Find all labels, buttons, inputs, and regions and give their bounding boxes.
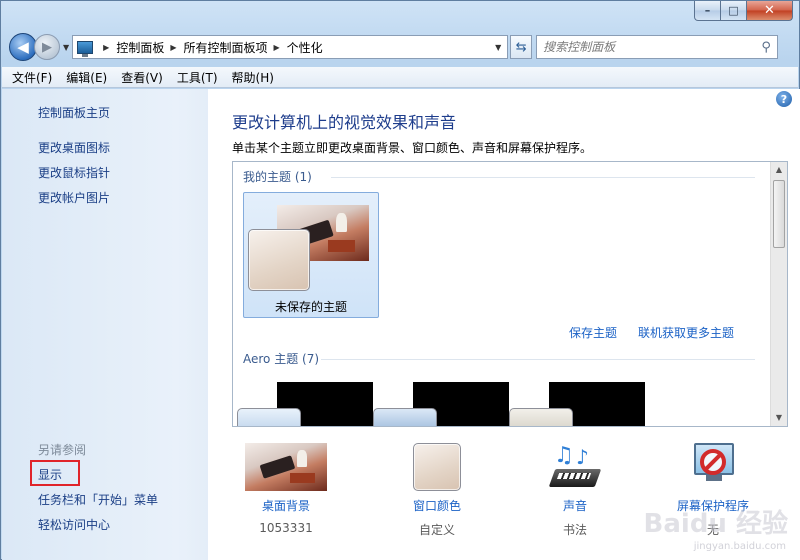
theme-list-scrollbar[interactable]: ▲ ▼ [770, 162, 787, 426]
address-dropdown-icon[interactable]: ▼ [489, 43, 507, 52]
refresh-icon: ⇆ [515, 39, 527, 55]
group-divider [321, 359, 755, 360]
get-more-themes-link[interactable]: 联机获取更多主题 [638, 324, 734, 341]
search-box[interactable]: ⚲ [536, 35, 779, 59]
task-pane: 控制面板主页 更改桌面图标 更改鼠标指针 更改帐户图片 另请参阅 显示 任务栏和… [2, 89, 208, 560]
refresh-button[interactable]: ⇆ [510, 35, 533, 59]
window-color-label[interactable]: 窗口颜色 [382, 497, 492, 514]
navigation-bar: ◀ ▶ ▼ ▶ 控制面板 ▶ 所有控制面板项 ▶ 个性化 ▼ ⇆ ⚲ [9, 31, 791, 63]
link-change-desktop-icons[interactable]: 更改桌面图标 [38, 139, 110, 156]
aero-theme-swatch [373, 408, 437, 426]
minimize-button[interactable]: – [694, 1, 721, 21]
page-description: 单击某个主题立即更改桌面背景、窗口颜色、声音和屏幕保护程序。 [232, 141, 593, 155]
link-change-mouse-pointers[interactable]: 更改鼠标指针 [38, 164, 110, 181]
page-title: 更改计算机上的视觉效果和声音 [232, 113, 457, 132]
maximize-button[interactable]: □ [721, 1, 747, 21]
address-bar[interactable]: ▶ 控制面板 ▶ 所有控制面板项 ▶ 个性化 ▼ [72, 35, 509, 59]
link-taskbar-start-menu[interactable]: 任务栏和「开始」菜单 [38, 491, 158, 508]
menu-tools[interactable]: 工具(T) [177, 69, 218, 86]
menu-view[interactable]: 查看(V) [121, 69, 163, 86]
close-button[interactable]: ✕ [747, 1, 793, 21]
theme-list: 我的主题 (1) 未保存的主题 保存主题 联机获取更多主题 Aero 主题 (7… [232, 161, 788, 427]
see-also-heading: 另请参阅 [38, 443, 87, 457]
main-content: ? 更改计算机上的视觉效果和声音 单击某个主题立即更改桌面背景、窗口颜色、声音和… [208, 89, 800, 560]
link-control-panel-home[interactable]: 控制面板主页 [38, 104, 110, 121]
aero-theme-swatch [237, 408, 301, 426]
window-color-icon [413, 443, 461, 491]
theme-unsaved[interactable]: 未保存的主题 [243, 192, 379, 318]
help-icon[interactable]: ? [776, 91, 792, 107]
theme-name: 未保存的主题 [274, 300, 347, 314]
chevron-right-icon[interactable]: ▶ [103, 43, 109, 52]
sound-label[interactable]: 声音 [520, 497, 630, 514]
search-icon[interactable]: ⚲ [755, 40, 777, 55]
breadcrumb-personalization[interactable]: 个性化 [287, 39, 323, 56]
baidu-watermark-url: jingyan.baidu.com [693, 541, 786, 552]
control-panel-window: – □ ✕ ◀ ▶ ▼ ▶ 控制面板 ▶ 所有控制面板项 ▶ 个性化 ▼ ⇆ ⚲… [0, 0, 800, 560]
link-change-account-picture[interactable]: 更改帐户图片 [38, 189, 110, 206]
scroll-thumb[interactable] [773, 180, 785, 248]
theme-color-swatch [248, 229, 310, 291]
control-panel-icon [77, 40, 94, 57]
sound-value: 书法 [562, 523, 587, 537]
group-divider [331, 177, 755, 178]
back-button[interactable]: ◀ [9, 33, 37, 61]
save-theme-link[interactable]: 保存主题 [569, 324, 617, 341]
sound-setting[interactable]: ♫ ♪ 声音 书法 [520, 443, 630, 538]
desktop-background-setting[interactable]: 桌面背景 1053331 [231, 443, 341, 535]
window-color-setting[interactable]: 窗口颜色 自定义 [382, 443, 492, 538]
recent-pages-dropdown-icon[interactable]: ▼ [63, 43, 69, 52]
menu-edit[interactable]: 编辑(E) [66, 69, 107, 86]
link-ease-of-access[interactable]: 轻松访问中心 [38, 516, 110, 533]
menu-file[interactable]: 文件(F) [12, 69, 52, 86]
aero-themes-group-label: Aero 主题 (7) [243, 352, 320, 366]
desktop-background-icon [245, 443, 327, 491]
my-themes-group-label: 我的主题 (1) [243, 170, 312, 184]
desktop-background-label[interactable]: 桌面背景 [231, 497, 341, 514]
breadcrumb-control-panel[interactable]: 控制面板 [116, 39, 164, 56]
scroll-up-icon[interactable]: ▲ [771, 162, 787, 178]
screensaver-icon [688, 443, 738, 491]
aero-theme-swatch [509, 408, 573, 426]
chevron-right-icon[interactable]: ▶ [170, 43, 176, 52]
sound-icon: ♫ ♪ [548, 443, 602, 491]
breadcrumb-all-items[interactable]: 所有控制面板项 [183, 39, 267, 56]
forward-button[interactable]: ▶ [34, 34, 60, 60]
menu-bar: 文件(F) 编辑(E) 查看(V) 工具(T) 帮助(H) [2, 67, 798, 88]
caption-buttons: – □ ✕ [694, 1, 793, 21]
search-input[interactable] [543, 40, 756, 54]
desktop-background-value: 1053331 [259, 521, 313, 535]
scroll-down-icon[interactable]: ▼ [771, 410, 787, 426]
menu-help[interactable]: 帮助(H) [232, 69, 274, 86]
link-display[interactable]: 显示 [38, 466, 62, 483]
window-color-value: 自定义 [418, 523, 455, 537]
baidu-watermark: Baidu 经验 [643, 509, 788, 539]
chevron-right-icon[interactable]: ▶ [274, 43, 280, 52]
